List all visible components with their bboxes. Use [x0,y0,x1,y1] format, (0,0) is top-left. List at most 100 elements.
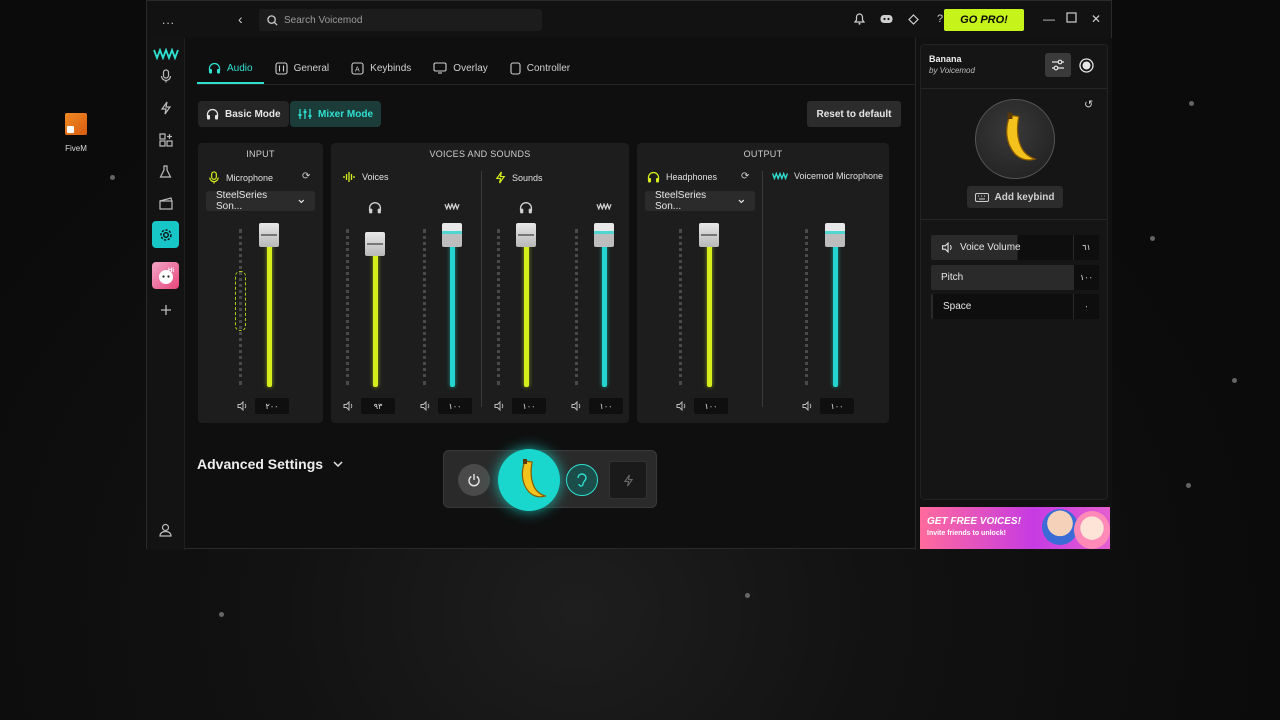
param-value[interactable]: ١٠٠ [1073,265,1099,290]
headphones-volume-value[interactable]: ١٠٠ [694,398,728,414]
bell-icon[interactable] [852,12,866,26]
voice-avatar [975,99,1055,179]
background-dot [1189,101,1194,106]
tab-audio[interactable]: Audio [197,53,264,84]
voices-monitor-value[interactable]: ٩٣ [361,398,395,414]
input-volume-fader[interactable] [259,223,279,247]
param-value[interactable]: ٠ [1073,294,1099,319]
active-voice-button[interactable] [498,449,560,511]
mixer-mode-button[interactable]: Mixer Mode [290,101,382,127]
search-icon [267,14,278,26]
sounds-output-value[interactable]: ١٠٠ [589,398,623,414]
search-box[interactable] [259,9,542,31]
free-voices-promo-banner[interactable]: GET FREE VOICES! Invite friends to unloc… [920,507,1110,549]
back-icon[interactable]: ‹ [238,11,243,27]
voices-output-value[interactable]: ١٠٠ [438,398,472,414]
speaker-icon[interactable] [674,399,688,413]
sounds-output-track[interactable] [602,239,607,387]
flask-icon[interactable] [152,158,179,185]
voicemod-mic-volume-track[interactable] [833,239,838,387]
menu-button[interactable]: ... [162,13,175,27]
user-profile-icon[interactable] [152,516,179,543]
voicemod-mic-volume-fader[interactable] [825,223,845,247]
voicemod-mic-volume-value[interactable]: ١٠٠ [820,398,854,414]
search-input[interactable] [284,14,524,26]
speaker-icon[interactable] [569,399,583,413]
refresh-icon[interactable]: ⟳ [741,171,749,182]
speaker-icon [942,242,952,253]
soundboard-bolt-icon[interactable] [152,94,179,121]
hear-myself-button[interactable] [566,464,598,496]
background-dot [110,175,115,180]
speaker-icon[interactable] [235,399,249,413]
headphones-volume-track[interactable] [707,239,712,387]
clapperboard-icon[interactable] [152,190,179,217]
reset-to-default-button[interactable]: Reset to default [807,101,901,127]
voices-output-fader[interactable] [442,223,462,247]
input-volume-track[interactable] [267,239,272,387]
level-meter [679,229,682,385]
voice-activation-threshold[interactable] [235,271,246,331]
param-value[interactable]: ٦١ [1073,235,1099,260]
channel-label: Voicemod Microphone [794,171,884,181]
discord-icon[interactable] [879,12,893,26]
speaker-icon[interactable] [418,399,432,413]
voices-monitor-fader[interactable] [365,232,385,256]
speaker-icon[interactable] [800,399,814,413]
record-button[interactable] [1078,57,1094,73]
voice-volume-slider[interactable]: Voice Volume ٦١ [931,235,1099,260]
power-icon [468,474,480,487]
refresh-icon[interactable]: ⟳ [302,171,310,182]
diamond-icon[interactable] [906,12,920,26]
headphones-icon [368,202,382,214]
voice-settings-button[interactable] [1045,53,1071,77]
close-icon[interactable]: ✕ [1091,12,1101,26]
ear-icon [577,473,587,487]
sounds-monitor-fader[interactable] [516,223,536,247]
microphone-icon[interactable] [152,62,179,89]
hi-avatar-icon[interactable]: Hi [152,262,179,289]
space-slider[interactable]: Space ٠ [931,294,1099,319]
voicemod-logo-icon [444,203,460,210]
pitch-slider[interactable]: Pitch ١٠٠ [931,265,1099,290]
add-icon[interactable] [152,296,179,323]
undo-icon[interactable]: ↺ [1084,98,1093,111]
level-meter [423,229,426,385]
desktop-shortcut-fivem[interactable]: FiveM [60,113,92,156]
device-icon [510,61,521,75]
speaker-icon[interactable] [492,399,506,413]
input-device-select[interactable]: SteelSeries Son... [206,190,315,212]
param-label: Pitch [941,272,964,283]
left-sidebar: Hi [147,38,185,550]
voice-wave-icon [343,172,355,182]
tab-overlay[interactable]: Overlay [422,53,498,83]
speaker-icon[interactable] [341,399,355,413]
add-keybind-button[interactable]: Add keybind [967,186,1063,208]
maximize-icon[interactable] [1066,12,1077,26]
basic-mode-button[interactable]: Basic Mode [198,101,289,127]
headphones-volume-fader[interactable] [699,223,719,247]
advanced-settings-toggle[interactable]: Advanced Settings [197,456,343,472]
store-grid-icon[interactable] [152,126,179,153]
go-pro-button[interactable]: GO PRO! [944,9,1024,31]
output-panel: OUTPUT Headphones ⟳ Voicemod Microphone … [637,143,889,423]
minimize-icon[interactable]: — [1043,12,1055,26]
tab-controller[interactable]: Controller [499,53,581,83]
power-button[interactable] [458,464,490,496]
svg-text:A: A [355,66,360,73]
level-meter [805,229,808,385]
input-panel: INPUT Microphone ⟳ SteelSeries Son... ٢٠… [198,143,323,423]
sounds-monitor-value[interactable]: ١٠٠ [512,398,546,414]
input-volume-value[interactable]: ٢٠٠ [255,398,289,414]
sounds-output-fader[interactable] [594,223,614,247]
voicemod-logo-icon [596,203,612,210]
settings-gear-icon[interactable] [152,221,179,248]
voices-monitor-track[interactable] [373,248,378,387]
voices-output-track[interactable] [450,239,455,387]
channel-footer: ١٠٠ [674,398,728,414]
tab-general[interactable]: General [264,53,341,83]
output-device-select[interactable]: SteelSeries Son... [645,190,755,212]
sounds-monitor-track[interactable] [524,239,529,387]
tab-keybinds[interactable]: A Keybinds [340,53,422,83]
soundboard-toggle-button[interactable] [609,461,647,499]
